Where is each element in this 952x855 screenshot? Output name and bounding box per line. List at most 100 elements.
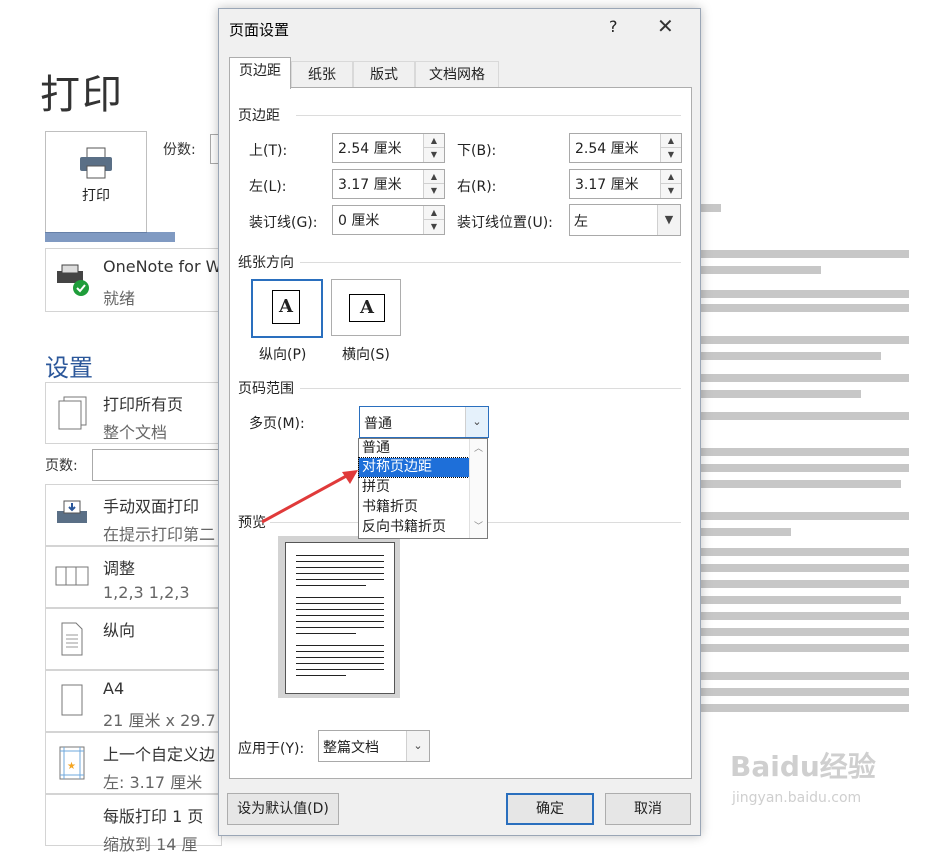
cancel-button[interactable]: 取消 xyxy=(605,793,691,825)
multiple-pages-dropdown: 普通 对称页边距 拼页 书籍折页 反向书籍折页 ︿ ﹀ xyxy=(358,438,488,539)
landscape-label[interactable]: 横向(S) xyxy=(342,344,390,364)
help-button[interactable]: ? xyxy=(609,17,618,36)
tab-margins[interactable]: 页边距 xyxy=(229,57,291,89)
tab-document-grid[interactable]: 文档网格 xyxy=(415,61,499,88)
option-mirror-margins[interactable]: 对称页边距 xyxy=(358,457,470,478)
portrait-label[interactable]: 纵向(P) xyxy=(259,344,306,364)
print-range-subtitle: 整个文档 xyxy=(103,423,168,442)
margins-selector[interactable]: ★ 上一个自定义边 左: 3.17 厘米 xyxy=(45,732,222,794)
tab-layout[interactable]: 版式 xyxy=(353,61,415,88)
pages-label: 页数: xyxy=(45,458,78,474)
print-range-title: 打印所有页 xyxy=(103,395,184,414)
duplex-title: 手动双面打印 xyxy=(103,497,200,516)
portrait-page-icon xyxy=(61,622,83,656)
pages-icon xyxy=(58,396,87,430)
print-button[interactable]: 打印 xyxy=(45,131,147,233)
portrait-option[interactable]: A xyxy=(251,279,323,338)
margins-subtitle: 左: 3.17 厘米 xyxy=(103,773,203,792)
apply-to-select[interactable]: 整篇文档 ⌄ xyxy=(318,730,430,762)
collate-selector[interactable]: 调整 1,2,3 1,2,3 xyxy=(45,546,222,608)
bottom-margin-value: 2.54 厘米 xyxy=(575,141,639,157)
backstage-title: 打印 xyxy=(40,72,124,118)
paper-size-title: A4 xyxy=(103,679,125,698)
pages-heading: 页码范围 xyxy=(238,381,294,397)
multiple-pages-select[interactable]: 普通 ⌄ xyxy=(359,406,489,438)
scroll-up-icon[interactable]: ︿ xyxy=(470,441,487,454)
option-two-pages-per-sheet[interactable]: 拼页 xyxy=(359,478,469,497)
apply-to-label: 应用于(Y): xyxy=(238,741,305,757)
option-reverse-book-fold[interactable]: 反向书籍折页 xyxy=(359,518,469,537)
ok-button[interactable]: 确定 xyxy=(506,793,594,825)
spin-up-icon[interactable]: ▲ xyxy=(661,170,681,184)
bottom-margin-spinner[interactable]: 2.54 厘米 ▲ ▼ xyxy=(569,133,682,163)
dialog-title: 页面设置 xyxy=(229,21,290,39)
annotation-arrow-icon xyxy=(261,470,358,524)
paper-size-selector[interactable]: A4 21 厘米 x 29.7 xyxy=(45,670,222,732)
baidu-watermark-logo: Baidu经验 xyxy=(730,750,876,783)
set-default-button[interactable]: 设为默认值(D) xyxy=(227,793,339,825)
page-preview xyxy=(278,536,400,698)
option-book-fold[interactable]: 书籍折页 xyxy=(359,498,469,517)
spin-down-icon[interactable]: ▼ xyxy=(661,148,681,161)
multiple-pages-label: 多页(M): xyxy=(249,416,305,432)
printer-selector[interactable]: OneNote for W 就绪 xyxy=(45,248,222,312)
spin-up-icon[interactable]: ▲ xyxy=(424,170,444,184)
tab-paper[interactable]: 纸张 xyxy=(291,61,353,88)
gutter-label: 装订线(G): xyxy=(249,215,318,231)
top-margin-value: 2.54 厘米 xyxy=(338,141,402,157)
top-margin-label: 上(T): xyxy=(249,143,288,159)
left-margin-spinner[interactable]: 3.17 厘米 ▲ ▼ xyxy=(332,169,445,199)
gutter-position-label: 装订线位置(U): xyxy=(457,215,553,231)
close-button[interactable]: ✕ xyxy=(657,14,674,38)
bottom-margin-label: 下(B): xyxy=(457,143,497,159)
chevron-down-icon[interactable]: ⌄ xyxy=(465,407,488,437)
spin-down-icon[interactable]: ▼ xyxy=(424,184,444,197)
duplex-selector[interactable]: 手动双面打印 在提示打印第二 xyxy=(45,484,222,546)
collate-title: 调整 xyxy=(103,559,136,578)
page-setup-dialog: 页面设置 ? ✕ 页边距 纸张 版式 文档网格 页边距 上(T): 2.54 厘… xyxy=(218,8,701,836)
print-button-label: 打印 xyxy=(82,188,110,204)
printer-ready-icon xyxy=(57,264,89,296)
left-margin-value: 3.17 厘米 xyxy=(338,177,402,193)
right-margin-label: 右(R): xyxy=(457,179,497,195)
pages-per-sheet-subtitle: 缩放到 14 厘 xyxy=(103,835,198,854)
option-normal[interactable]: 普通 xyxy=(359,439,469,458)
chevron-down-icon[interactable]: ▼ xyxy=(657,205,680,235)
landscape-icon: A xyxy=(349,294,385,322)
portrait-icon: A xyxy=(272,290,300,324)
orientation-selector[interactable]: 纵向 xyxy=(45,608,222,670)
multiple-pages-value: 普通 xyxy=(364,416,392,432)
copies-label: 份数: xyxy=(163,142,196,158)
right-margin-spinner[interactable]: 3.17 厘米 ▲ ▼ xyxy=(569,169,682,199)
spin-down-icon[interactable]: ▼ xyxy=(424,148,444,161)
print-range-selector[interactable]: 打印所有页 整个文档 xyxy=(45,382,222,444)
printer-status: 就绪 xyxy=(103,289,136,308)
spin-down-icon[interactable]: ▼ xyxy=(424,220,444,233)
scroll-down-icon[interactable]: ﹀ xyxy=(470,519,487,532)
landscape-option[interactable]: A xyxy=(331,279,401,336)
collate-subtitle: 1,2,3 1,2,3 xyxy=(103,583,190,602)
spin-down-icon[interactable]: ▼ xyxy=(661,184,681,197)
top-margin-spinner[interactable]: 2.54 厘米 ▲ ▼ xyxy=(332,133,445,163)
duplex-subtitle: 在提示打印第二 xyxy=(103,525,216,544)
orientation-title: 纵向 xyxy=(103,621,136,640)
chevron-down-icon[interactable]: ⌄ xyxy=(406,731,429,761)
pages-input[interactable] xyxy=(92,449,224,481)
gutter-position-select[interactable]: 左 ▼ xyxy=(569,204,681,236)
collate-icon xyxy=(55,566,89,586)
orientation-heading: 纸张方向 xyxy=(238,255,294,271)
printer-heading-partial xyxy=(45,232,175,242)
custom-margins-icon: ★ xyxy=(59,746,85,780)
pages-per-sheet-selector[interactable]: 每版打印 1 页 缩放到 14 厘 xyxy=(45,794,222,854)
gutter-spinner[interactable]: 0 厘米 ▲ ▼ xyxy=(332,205,445,235)
spin-up-icon[interactable]: ▲ xyxy=(424,134,444,148)
paper-icon xyxy=(61,684,83,716)
spin-up-icon[interactable]: ▲ xyxy=(424,206,444,220)
printer-icon xyxy=(80,147,112,179)
preview-page xyxy=(285,542,395,694)
spin-up-icon[interactable]: ▲ xyxy=(661,134,681,148)
dropdown-scrollbar[interactable]: ︿ ﹀ xyxy=(469,439,487,538)
left-margin-label: 左(L): xyxy=(249,179,287,195)
pages-per-sheet-title: 每版打印 1 页 xyxy=(103,807,204,826)
paper-size-subtitle: 21 厘米 x 29.7 xyxy=(103,711,216,730)
